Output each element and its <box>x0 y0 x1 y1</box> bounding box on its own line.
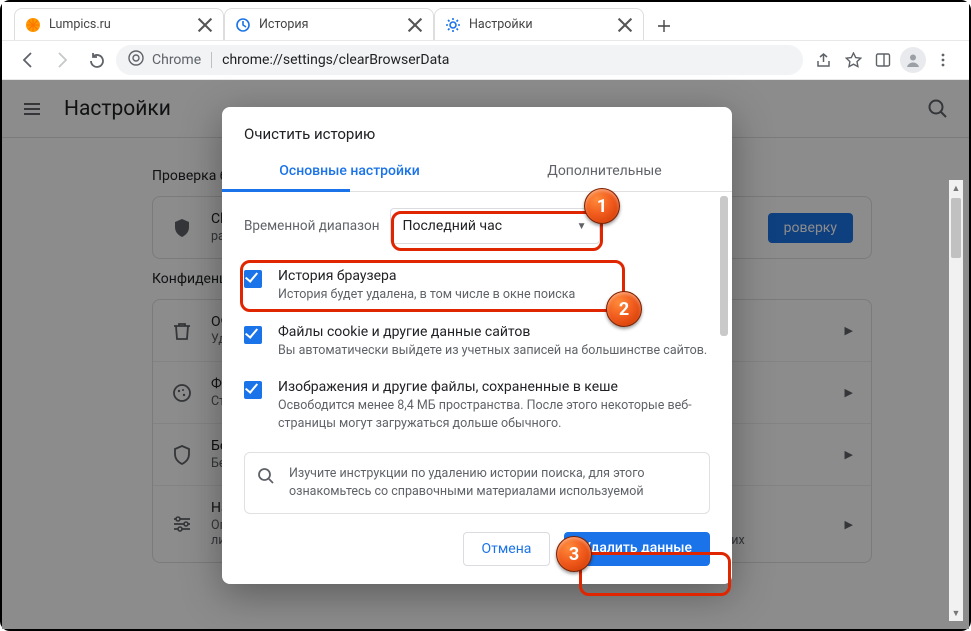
tab-label: Lumpics.ru <box>49 17 111 32</box>
kebab-menu-button[interactable] <box>929 46 957 74</box>
checkbox-row-cookies[interactable]: Файлы cookie и другие данные сайтовВы ав… <box>244 314 710 370</box>
close-icon[interactable] <box>407 17 423 33</box>
checkbox-checked-icon[interactable] <box>244 326 262 344</box>
cancel-button[interactable]: Отмена <box>463 532 551 566</box>
separator <box>211 52 212 68</box>
profile-button[interactable] <box>899 46 927 74</box>
history-favicon-icon <box>235 17 251 33</box>
tab-advanced[interactable]: Дополнительные <box>477 153 732 191</box>
browser-tab-settings[interactable]: Настройки <box>434 8 644 40</box>
time-range-label: Временной диапазон <box>244 218 380 234</box>
annotation-step-3: 3 <box>556 536 592 572</box>
time-range-select[interactable]: Последний час ▼ <box>390 208 600 244</box>
orange-favicon-icon <box>25 17 41 33</box>
search-icon <box>257 467 275 485</box>
close-icon[interactable] <box>197 17 213 33</box>
annotation-step-1: 1 <box>584 188 620 224</box>
new-tab-button[interactable] <box>650 12 678 40</box>
browser-tab-history[interactable]: История <box>224 8 434 40</box>
annotation-step-2: 2 <box>606 291 642 327</box>
checkbox-checked-icon[interactable] <box>244 381 262 399</box>
tab-label: Настройки <box>469 17 533 32</box>
close-icon[interactable] <box>617 17 633 33</box>
tab-basic[interactable]: Основные настройки <box>222 153 477 191</box>
page-scrollbar[interactable]: ▲ ▼ <box>949 180 963 621</box>
select-value: Последний час <box>403 218 503 234</box>
scroll-down-icon[interactable]: ▼ <box>949 605 963 621</box>
scroll-thumb[interactable] <box>951 198 961 258</box>
clear-data-dialog: Очистить историю Основные настройки Допо… <box>222 107 732 584</box>
chrome-icon <box>128 50 144 70</box>
site-label: Chrome <box>152 52 201 68</box>
info-box: Изучите инструкции по удалению истории п… <box>244 452 710 514</box>
nav-forward-button[interactable] <box>48 46 76 74</box>
dialog-scrollbar[interactable] <box>718 192 730 518</box>
browser-tab-lumpics[interactable]: Lumpics.ru <box>14 8 224 40</box>
dialog-title: Очистить историю <box>222 107 732 153</box>
checkbox-row-cache[interactable]: Изображения и другие файлы, сохраненные … <box>244 369 710 442</box>
settings-favicon-icon <box>445 17 461 33</box>
side-panel-icon[interactable] <box>869 46 897 74</box>
address-bar[interactable]: Chrome chrome://settings/clearBrowserDat… <box>116 45 803 75</box>
url-text: chrome://settings/clearBrowserData <box>222 52 449 68</box>
checkbox-checked-icon[interactable] <box>244 270 262 288</box>
scroll-up-icon[interactable]: ▲ <box>949 180 963 196</box>
nav-reload-button[interactable] <box>82 46 110 74</box>
share-icon[interactable] <box>809 46 837 74</box>
chevron-down-icon: ▼ <box>577 221 587 232</box>
tab-label: История <box>259 17 308 32</box>
nav-back-button[interactable] <box>14 46 42 74</box>
bookmark-star-icon[interactable] <box>839 46 867 74</box>
